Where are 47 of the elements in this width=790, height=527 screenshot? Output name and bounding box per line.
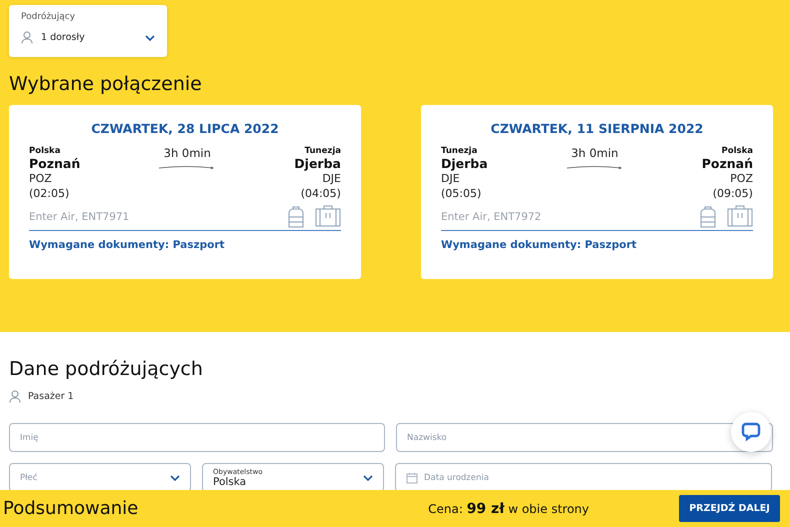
airport-code: DJE [322,171,341,186]
next-button[interactable]: PRZEJDŹ DALEJ [679,495,780,522]
country: Tunezja [304,146,341,156]
flight-date: CZWARTEK, 11 SIERPNIA 2022 [490,121,704,136]
required-documents: Wymagane dokumenty: Paszport [441,239,638,251]
chat-button[interactable] [731,412,771,452]
flight-number: Enter Air, ENT7972 [441,211,542,223]
chevron-down-icon [363,474,373,480]
backpack-icon [699,205,717,229]
summary-title: Podsumowanie [3,498,140,519]
airport-code: POZ [29,171,52,186]
person-icon [21,31,33,44]
arrow-icon [566,164,624,170]
price-text: Cena: 99 zł w obie strony [428,500,589,516]
section-heading: Dane podróżujących [9,358,204,380]
departure-time: (05:05) [441,186,482,201]
section-heading: Wybrane połączenie [9,73,203,95]
flight-number: Enter Air, ENT7971 [29,211,130,223]
arrival-time: (04:05) [300,186,341,201]
city: Poznań [702,156,753,171]
airport-code: DJE [441,171,460,186]
flight-duration: 3h 0min [164,146,211,160]
text-field[interactable]: Nazwisko [396,423,773,452]
departure-time: (02:05) [29,186,70,201]
country: Tunezja [441,146,478,156]
country: Polska [722,146,753,156]
backpack-icon [287,205,305,229]
arrival-time: (09:05) [712,186,753,201]
arrow-icon [158,164,216,170]
text-field[interactable]: Imię [9,423,385,452]
calendar-icon [406,472,418,484]
flight-date: CZWARTEK, 28 LIPCA 2022 [90,121,280,136]
suitcase-icon [727,205,753,227]
travelers-dropdown[interactable]: Podróżujący 1 dorosły [9,5,167,57]
airport-code: POZ [730,171,753,186]
flight-duration: 3h 0min [571,146,618,160]
chat-icon [741,422,761,442]
suitcase-icon [315,205,341,227]
required-documents: Wymagane dokumenty: Paszport [29,239,226,251]
passenger-label: Pasażer 1 [28,391,74,402]
chevron-down-icon [170,474,180,480]
city: Djerba [441,156,488,171]
country: Polska [29,146,60,156]
city: Djerba [294,156,341,171]
city: Poznań [29,156,80,171]
person-icon [9,390,21,403]
chevron-down-icon [145,34,155,40]
